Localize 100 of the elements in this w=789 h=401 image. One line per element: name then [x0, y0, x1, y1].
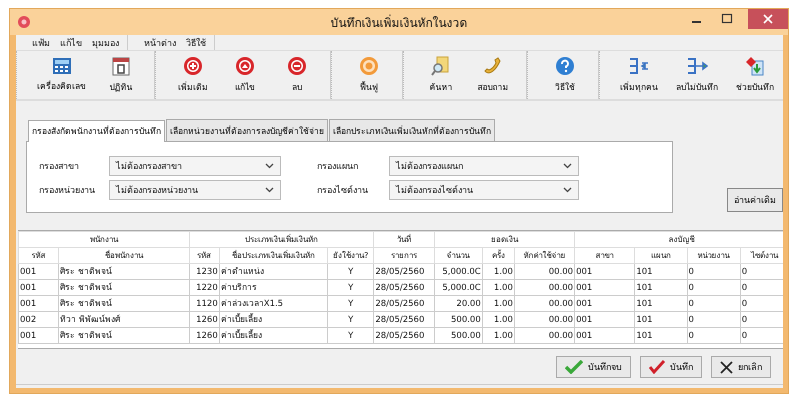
table-cell: 00.00	[514, 280, 575, 296]
chevron-down-icon	[563, 163, 572, 169]
table-cell: 1.00	[482, 296, 514, 312]
dropdown[interactable]: ไม่ต้องกรองหน่วยงาน	[109, 180, 281, 200]
table-cell: 00.00	[514, 328, 575, 344]
toolbar-button[interactable]: แก้ไข	[222, 51, 268, 99]
toolbar-button[interactable]: ค้นหา	[418, 51, 464, 99]
table-cell: 28/05/2560	[374, 312, 434, 328]
table-cell: 0	[687, 264, 740, 280]
menu-item[interactable]: หน้าต่าง	[144, 36, 176, 50]
cancel-button[interactable]: ยกเลิก	[711, 356, 771, 378]
table-cell: 101	[634, 312, 687, 328]
table-cell: 5,000.0C	[434, 264, 482, 280]
table-cell: ค่าล่วงเวลาX1.5	[219, 296, 328, 312]
toolbar-button[interactable]: ลบไม่บันทึก	[670, 51, 724, 99]
menu-item[interactable]: มุมมอง	[92, 36, 119, 50]
toolbar-button[interactable]: เพิ่มเติม	[170, 51, 216, 99]
toolbar-button[interactable]: สอบถาม	[470, 51, 516, 99]
table-cell: 002	[18, 312, 59, 328]
read-button[interactable]: อ่านค่าเดิม	[727, 188, 783, 212]
table-cell: 001	[18, 264, 59, 280]
filter-label: กรองหน่วยงาน	[39, 185, 96, 197]
table-cell: 001	[18, 296, 59, 312]
table-cell: ค่าเบี้ยเลี้ยง	[219, 328, 328, 344]
table-cell: 0	[687, 280, 740, 296]
table-cell: ทิวา พิพัฒน์พงศ์	[58, 312, 190, 328]
save-close-button[interactable]: บันทึกจบ	[556, 356, 631, 378]
column-header: ชื่อพนักงาน	[58, 248, 190, 264]
table-cell: ค่าบริการ	[219, 280, 328, 296]
save-button[interactable]: บันทึก	[640, 356, 702, 378]
checkmark-icon	[565, 360, 583, 374]
toolbar-button[interactable]: วิธีใช้	[542, 51, 588, 99]
column-header: ชื่อประเภทเงินเพิ่มเงินหัก	[219, 248, 328, 264]
table-cell: 001	[574, 280, 635, 296]
close-icon[interactable]	[748, 9, 788, 29]
bracket-arrow-icon	[628, 56, 650, 76]
table-cell: 1.00	[482, 280, 514, 296]
column-group-header: พนักงาน	[18, 232, 190, 248]
table-cell: ค่าเบี้ยเลี้ยง	[219, 312, 328, 328]
table-cell: 0	[687, 328, 740, 344]
toolbar-button[interactable]: ปฏิทิน	[98, 51, 144, 99]
refresh-icon	[359, 56, 379, 76]
table-cell: 28/05/2560	[374, 296, 434, 312]
column-group-header: ยอดเงิน	[434, 232, 575, 248]
table-cell: 0	[687, 312, 740, 328]
table-cell: 1.00	[482, 328, 514, 344]
app-icon	[18, 16, 30, 28]
toolbar-button[interactable]: ลบ	[274, 51, 320, 99]
column-header: รหัส	[18, 248, 59, 264]
column-header: ยังใช้งาน?	[328, 248, 374, 264]
table-cell: 001	[18, 280, 59, 296]
table-cell: 0	[687, 296, 740, 312]
table-cell: 1.00	[482, 312, 514, 328]
column-header: ไซต์งาน	[740, 248, 783, 264]
table-cell: Y	[328, 280, 374, 296]
filter-label: กรองสาขา	[39, 161, 80, 173]
table-cell: Y	[328, 264, 374, 280]
table-cell: 00.00	[514, 312, 575, 328]
toolbar-button[interactable]: เพิ่มทุกคน	[614, 51, 664, 99]
table-cell: 101	[634, 296, 687, 312]
table-cell: 00.00	[514, 296, 575, 312]
filter-label: กรองไซต์งาน	[317, 184, 369, 197]
table-cell: 101	[634, 264, 687, 280]
dropdown[interactable]: ไม่ต้องกรองไซต์งาน	[389, 180, 579, 200]
table-cell: 001	[574, 264, 635, 280]
table-cell: 101	[634, 328, 687, 344]
help-icon	[555, 56, 575, 76]
table-cell: 1230	[189, 264, 220, 280]
table-cell: 1120	[189, 296, 220, 312]
tab[interactable]: เลือกประเภทเงินเพิ่มเงินหักที่ต้องการบันทึก	[329, 119, 495, 141]
table-cell: ค่าตำแหน่ง	[219, 264, 328, 280]
menu-item[interactable]: วิธีใช้	[186, 36, 206, 50]
table-cell: 001	[574, 296, 635, 312]
tab[interactable]: เลือกหน่วยงานที่ต้องการลงบัญชีค่าใช้จ่าย	[166, 119, 328, 141]
x-icon	[720, 360, 733, 374]
chevron-down-icon	[563, 187, 572, 193]
column-header: หน่วยงาน	[687, 248, 740, 264]
menu-item[interactable]: แฟ้ม	[32, 36, 50, 50]
menu-item[interactable]: แก้ไข	[60, 36, 82, 50]
minus-icon	[287, 56, 307, 76]
dropdown[interactable]: ไม่ต้องกรองแผนก	[389, 156, 579, 176]
column-header: แผนก	[634, 248, 687, 264]
column-header: รายการ	[374, 248, 434, 264]
toolbar-button[interactable]: ฟื้นฟู	[346, 51, 392, 99]
column-header: ครั้ง	[482, 248, 514, 264]
table-cell: 001	[18, 328, 59, 344]
document-arrow-icon	[745, 56, 765, 76]
table-cell: Y	[328, 312, 374, 328]
tab[interactable]: กรองสังกัดพนักงานที่ต้องการบันทึก	[28, 120, 165, 142]
table-cell: 5,000.0C	[434, 280, 482, 296]
table-cell: Y	[328, 296, 374, 312]
toolbar-button[interactable]: ช่วยบันทึก	[730, 51, 780, 99]
chevron-down-icon	[265, 187, 274, 193]
checkmark-icon	[649, 360, 665, 374]
toolbar-button[interactable]: เครื่องคิดเลข	[31, 51, 92, 99]
dropdown[interactable]: ไม่ต้องกรองสาขา	[109, 156, 281, 176]
column-group-header: ประเภทเงินเพิ่มเงินหัก	[189, 232, 374, 248]
table-cell: 1260	[189, 328, 220, 344]
search-icon	[431, 56, 451, 76]
table-cell: 28/05/2560	[374, 280, 434, 296]
